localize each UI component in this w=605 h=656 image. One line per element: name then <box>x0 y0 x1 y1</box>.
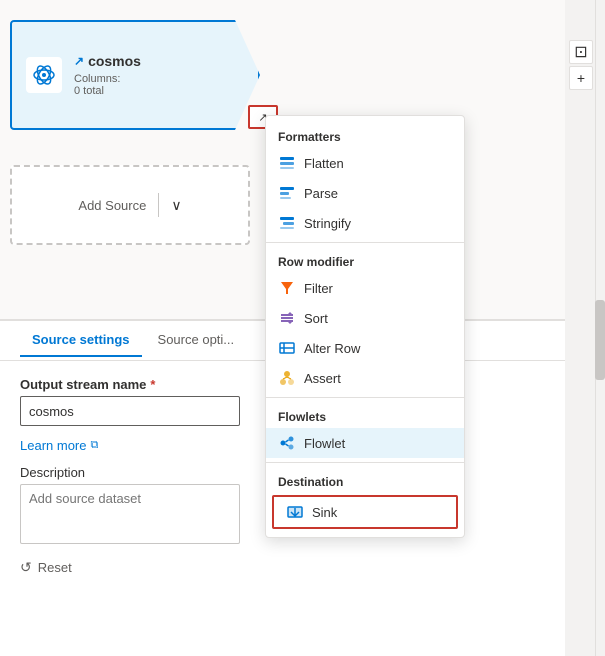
flatten-icon <box>278 154 296 172</box>
parse-icon <box>278 184 296 202</box>
reset-icon: ↺ <box>20 559 32 576</box>
alter-row-icon <box>278 339 296 357</box>
cosmos-meta: Columns: 0 total <box>74 73 141 97</box>
flowlet-icon <box>278 434 296 452</box>
destination-section-title: Destination <box>266 467 464 493</box>
cosmos-arrow-icon: ↗ <box>74 54 84 68</box>
formatters-section-title: Formatters <box>266 122 464 148</box>
learn-more-text: Learn more <box>20 438 86 453</box>
menu-item-flowlet[interactable]: Flowlet <box>266 428 464 458</box>
required-indicator: * <box>150 377 155 392</box>
cosmos-columns-value: 0 total <box>74 85 104 97</box>
sort-label: Sort <box>304 311 328 326</box>
menu-item-sort[interactable]: Sort <box>266 303 464 333</box>
divider-3 <box>266 462 464 463</box>
scrollbar-track <box>595 0 605 656</box>
reset-label: Reset <box>38 560 72 575</box>
external-link-icon: ⧉ <box>90 439 98 452</box>
filter-icon <box>278 279 296 297</box>
canvas-controls: ⊡ + <box>567 0 595 90</box>
menu-item-alter-row[interactable]: Alter Row <box>266 333 464 363</box>
assert-icon <box>278 369 296 387</box>
assert-label: Assert <box>304 371 341 386</box>
menu-item-stringify[interactable]: Stringify <box>266 208 464 238</box>
stringify-icon <box>278 214 296 232</box>
row-modifier-section-title: Row modifier <box>266 247 464 273</box>
divider-2 <box>266 397 464 398</box>
chevron-down-icon[interactable]: ∨ <box>171 197 181 214</box>
cosmos-icon-wrapper <box>26 57 62 93</box>
flatten-label: Flatten <box>304 156 344 171</box>
sort-icon <box>278 309 296 327</box>
stream-name-input[interactable] <box>20 396 240 426</box>
filter-label: Filter <box>304 281 333 296</box>
tab-source-options[interactable]: Source opti... <box>146 324 247 357</box>
menu-item-parse[interactable]: Parse <box>266 178 464 208</box>
cosmos-columns-label: Columns: <box>74 73 120 85</box>
dropdown-menu: Formatters Flatten Parse <box>265 115 465 538</box>
cosmos-info: ↗ cosmos Columns: 0 total <box>74 53 141 97</box>
sink-label: Sink <box>312 505 337 520</box>
description-textarea[interactable] <box>20 484 240 544</box>
add-source-label: Add Source <box>78 198 146 213</box>
menu-item-filter[interactable]: Filter <box>266 273 464 303</box>
stream-name-label-text: Output stream name <box>20 377 146 392</box>
zoom-fit-button[interactable]: ⊡ <box>569 40 593 64</box>
cosmos-name: cosmos <box>88 53 141 69</box>
sink-icon <box>286 503 304 521</box>
menu-item-assert[interactable]: Assert <box>266 363 464 393</box>
menu-item-sink[interactable]: Sink <box>272 495 458 529</box>
stringify-label: Stringify <box>304 216 351 231</box>
add-source-divider <box>158 193 159 217</box>
tab-source-settings[interactable]: Source settings <box>20 324 142 357</box>
scrollbar-thumb[interactable] <box>595 300 605 380</box>
cosmos-node[interactable]: ↗ cosmos Columns: 0 total <box>10 20 260 130</box>
flowlets-section-title: Flowlets <box>266 402 464 428</box>
menu-item-flatten[interactable]: Flatten <box>266 148 464 178</box>
divider-1 <box>266 242 464 243</box>
zoom-in-button[interactable]: + <box>569 66 593 90</box>
cosmos-title: ↗ cosmos <box>74 53 141 69</box>
cosmos-db-icon <box>32 63 56 87</box>
flowlet-label: Flowlet <box>304 436 345 451</box>
add-source-area[interactable]: Add Source ∨ <box>10 165 250 245</box>
parse-label: Parse <box>304 186 338 201</box>
alter-row-label: Alter Row <box>304 341 360 356</box>
reset-row[interactable]: ↺ Reset <box>20 559 545 576</box>
